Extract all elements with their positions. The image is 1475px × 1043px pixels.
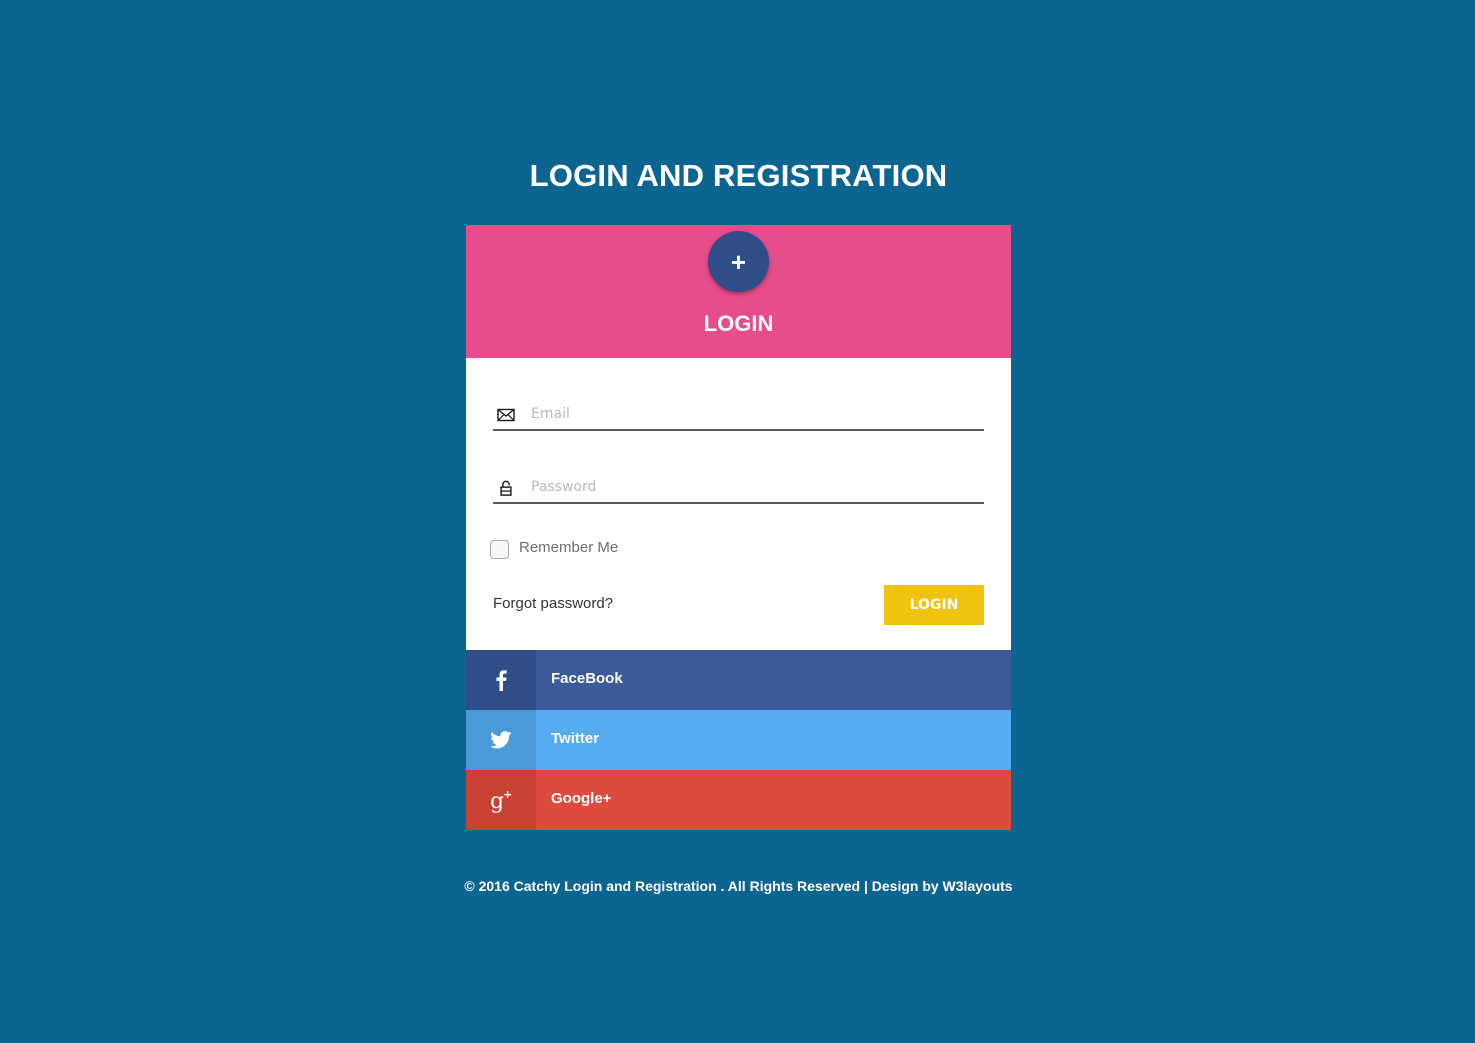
login-title: LOGIN	[703, 311, 774, 336]
twitter-icon	[466, 710, 536, 770]
lock-icon	[500, 480, 512, 496]
google-plus-label: Google+	[551, 790, 612, 807]
remember-me-label: Remember Me	[519, 539, 619, 556]
facebook-icon	[466, 650, 536, 710]
page-title: LOGIN AND REGISTRATION	[529, 158, 948, 193]
google-plus-icon: g +	[466, 770, 536, 830]
svg-text:g: g	[490, 789, 504, 813]
login-button[interactable]: LOGIN	[884, 585, 984, 625]
twitter-login-button[interactable]: Twitter	[466, 710, 1011, 770]
forgot-password-link[interactable]: Forgot password?	[493, 595, 613, 612]
google-plus-login-button[interactable]: g + Google+	[466, 770, 1011, 830]
email-input[interactable]	[531, 401, 971, 427]
envelope-icon	[497, 408, 515, 422]
twitter-label: Twitter	[551, 730, 600, 747]
plus-button[interactable]: +	[708, 231, 769, 292]
footer-copyright: © 2016 Catchy Login and Registration . A…	[464, 878, 1013, 894]
svg-text:+: +	[503, 788, 512, 801]
facebook-login-button[interactable]: FaceBook	[466, 650, 1011, 710]
facebook-label: FaceBook	[551, 670, 623, 687]
email-field	[493, 395, 984, 431]
remember-me-checkbox[interactable]	[490, 540, 509, 559]
password-field	[493, 468, 984, 504]
login-card: + LOGIN Email Remember Me Forgot passwor…	[466, 225, 1011, 830]
password-input[interactable]	[531, 474, 971, 500]
card-header: + LOGIN	[466, 225, 1011, 358]
page: LOGIN AND REGISTRATION + LOGIN Email Rem…	[0, 0, 1475, 1043]
